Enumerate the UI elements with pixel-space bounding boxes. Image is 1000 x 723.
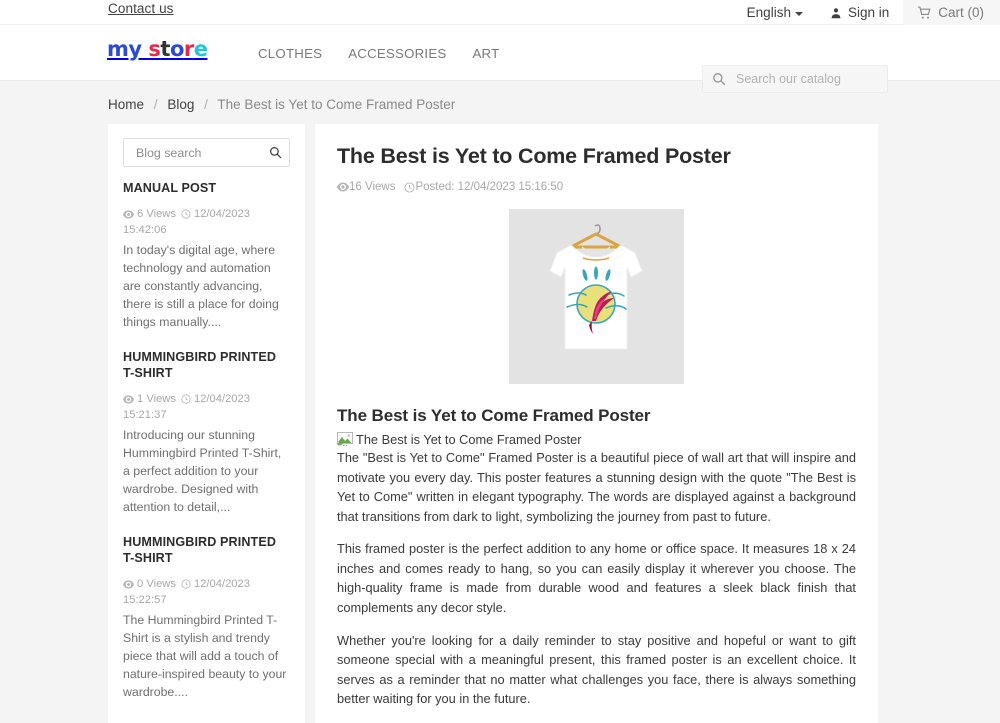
- menu-item-art[interactable]: ART: [472, 46, 499, 61]
- logo-part-t: t: [160, 37, 170, 61]
- language-selector[interactable]: English: [735, 0, 815, 25]
- sidebar-post-views: 1 Views: [137, 392, 176, 405]
- catalog-search-input[interactable]: [734, 71, 884, 87]
- sidebar-post-meta: 1 Views 12/04/2023 15:21:37: [123, 391, 290, 423]
- header-top-right-group: English Sign in Cart (0): [735, 0, 1000, 25]
- broken-image-line: The Best is Yet to Come Framed Poster: [337, 432, 856, 447]
- cart-label: Cart (0): [938, 5, 984, 20]
- broken-image-alt-text: The Best is Yet to Come Framed Poster: [356, 432, 582, 447]
- clock-icon: [404, 181, 416, 193]
- logo-part-o: o: [169, 37, 184, 61]
- breadcrumb-home[interactable]: Home: [108, 97, 144, 112]
- logo-part-r: r: [183, 37, 194, 61]
- sidebar-post-item[interactable]: HUMMINGBIRD PRINTED T-SHIRT 1 Views 12/04…: [123, 350, 290, 516]
- article-hero-image: [509, 209, 684, 384]
- sidebar-post-title[interactable]: HUMMINGBIRD PRINTED T-SHIRT: [123, 350, 290, 381]
- clock-icon: [181, 579, 191, 589]
- article-views: 16 Views: [349, 181, 396, 193]
- shopping-cart-icon: [917, 6, 932, 20]
- article-paragraph: The "Best is Yet to Come" Framed Poster …: [337, 450, 856, 524]
- menu-item-clothes[interactable]: CLOTHES: [258, 46, 322, 61]
- article-posted-date: Posted: 12/04/2023 15:16:50: [415, 181, 564, 193]
- sidebar-post-excerpt: The Hummingbird Printed T-Shirt is a sty…: [123, 613, 287, 699]
- sidebar-post-excerpt: In today's digital age, where technology…: [123, 243, 279, 329]
- logo-part-s: s: [148, 37, 161, 61]
- sidebar-post-excerpt: Introducing our stunning Hummingbird Pri…: [123, 428, 282, 514]
- search-icon[interactable]: [269, 146, 282, 159]
- article-content: The Best is Yet to Come Framed Poster 16…: [315, 124, 878, 723]
- article-section-title: The Best is Yet to Come Framed Poster: [337, 406, 651, 425]
- clock-icon: [181, 209, 191, 219]
- logo-part-e: e: [193, 37, 208, 61]
- broken-image-icon: [337, 432, 353, 447]
- sidebar-post-meta: 0 Views 12/04/2023 15:22:57: [123, 576, 290, 608]
- blog-sidebar: MANUAL POST 6 Views12/04/2023 15:42:06 I…: [108, 124, 305, 723]
- site-logo[interactable]: my store: [107, 37, 208, 61]
- column-gutter: [305, 124, 315, 723]
- eye-icon: [123, 395, 134, 404]
- sign-in-link[interactable]: Sign in: [815, 0, 903, 25]
- header-nav-bar: my store CLOTHES ACCESSORIES ART: [0, 25, 1000, 93]
- breadcrumb-current: The Best is Yet to Come Framed Poster: [217, 97, 456, 112]
- main-menu: CLOTHES ACCESSORIES ART: [258, 25, 499, 81]
- catalog-search-box[interactable]: [702, 65, 888, 93]
- contact-us-link[interactable]: Contact us: [108, 1, 174, 16]
- sidebar-post-title[interactable]: MANUAL POST: [123, 181, 290, 197]
- clock-icon: [181, 394, 191, 404]
- sidebar-post-title[interactable]: HUMMINGBIRD PRINTED T-SHIRT: [123, 535, 290, 566]
- hummingbird-tshirt-illustration: [509, 209, 684, 384]
- eye-icon: [123, 210, 134, 219]
- eye-icon: [337, 182, 349, 192]
- language-label: English: [746, 5, 791, 20]
- blog-search-box[interactable]: [123, 138, 290, 167]
- breadcrumb-separator-1: /: [153, 97, 158, 112]
- search-icon: [712, 72, 726, 86]
- sidebar-post-item[interactable]: MANUAL POST 6 Views 12/04/2023 15:42:06 I…: [123, 181, 290, 331]
- breadcrumb-blog[interactable]: Blog: [167, 97, 194, 112]
- article-paragraph: This framed poster is the perfect additi…: [337, 541, 856, 616]
- article-meta: 16 Views Posted: 12/04/2023 15:16:50: [337, 181, 856, 193]
- eye-icon: [123, 580, 134, 589]
- header-top-bar: Contact us English Sign in Cart (0): [0, 0, 1000, 25]
- sidebar-post-meta: 6 Views 12/04/2023 15:42:06: [123, 206, 290, 238]
- sidebar-post-views: 6 Views: [137, 207, 176, 220]
- article-paragraph: Whether you're looking for a daily remin…: [337, 632, 856, 707]
- breadcrumb-separator-2: /: [204, 97, 208, 112]
- logo-part-my: my: [107, 37, 149, 61]
- sidebar-post-views: 0 Views: [137, 577, 176, 590]
- cart-button[interactable]: Cart (0): [903, 0, 1000, 25]
- blog-search-input[interactable]: [134, 144, 269, 161]
- menu-item-accessories[interactable]: ACCESSORIES: [348, 46, 446, 61]
- page-title: The Best is Yet to Come Framed Poster: [337, 144, 731, 168]
- sign-in-label: Sign in: [847, 5, 890, 20]
- page-layout: MANUAL POST 6 Views12/04/2023 15:42:06 I…: [108, 124, 878, 723]
- user-icon: [829, 6, 843, 20]
- chevron-down-icon: [794, 11, 803, 16]
- sidebar-post-item[interactable]: HUMMINGBIRD PRINTED T-SHIRT 0 Views 12/04…: [123, 535, 290, 701]
